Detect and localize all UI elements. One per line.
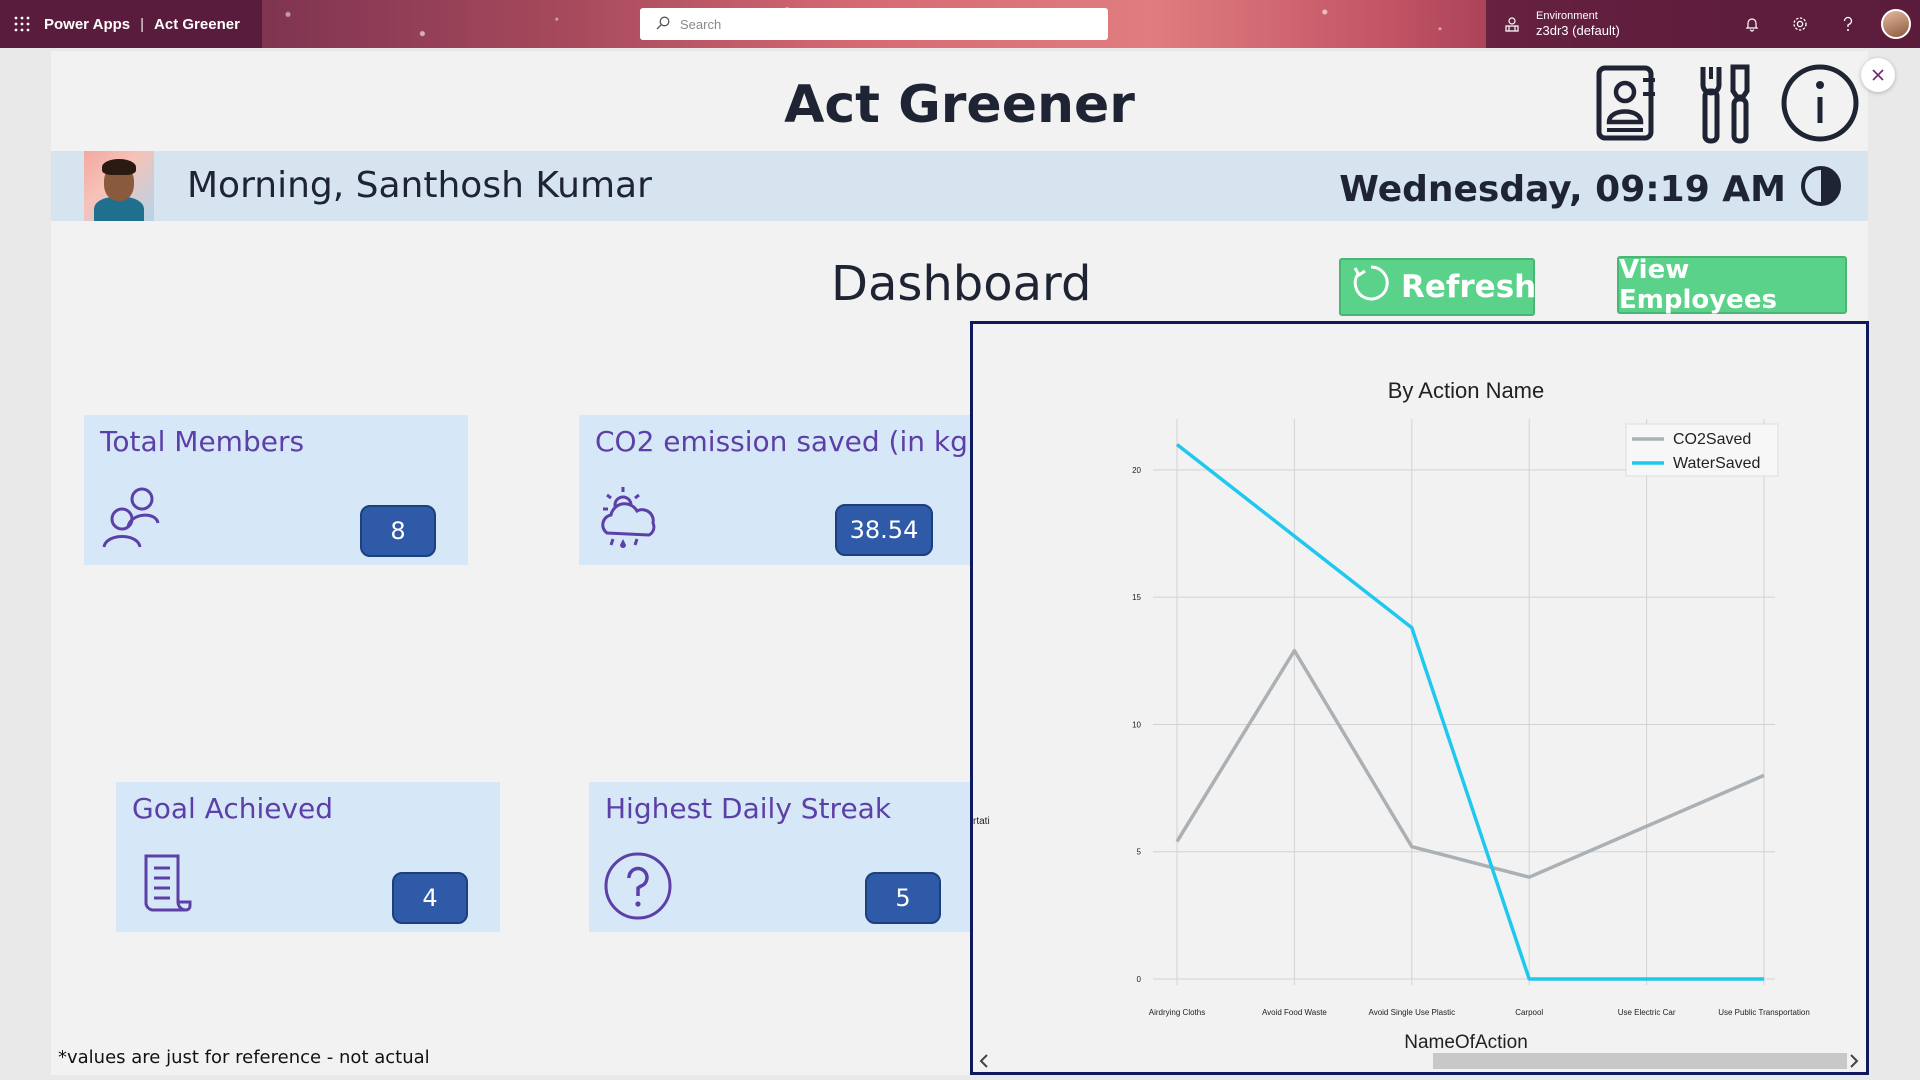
notification-bell-icon[interactable] xyxy=(1728,0,1776,48)
close-icon[interactable] xyxy=(1861,58,1895,92)
user-avatar[interactable] xyxy=(1881,9,1911,39)
settings-gear-icon[interactable] xyxy=(1776,0,1824,48)
legend-label: CO2Saved xyxy=(1673,431,1751,448)
document-icon xyxy=(130,850,200,920)
app-launcher-icon[interactable] xyxy=(0,0,44,48)
environment-picker[interactable]: Environment z3dr3 (default) xyxy=(1536,10,1620,39)
x-tick-label: Use Public Transportation xyxy=(1718,1008,1810,1017)
goal-achieved-value: 4 xyxy=(392,872,468,924)
co2-saved-value: 38.54 xyxy=(835,504,933,556)
theme-toggle-icon[interactable] xyxy=(1800,165,1842,207)
search-input[interactable]: Search xyxy=(680,17,721,32)
greeting-text: Morning, Santhosh Kumar xyxy=(187,165,652,206)
view-employees-button[interactable]: View Employees xyxy=(1617,255,1847,315)
legend-label: WaterSaved xyxy=(1673,455,1760,472)
series-line-CO2Saved xyxy=(1175,648,1765,879)
x-tick-label: Use Electric Car xyxy=(1618,1008,1676,1017)
x-tick-label: Avoid Food Waste xyxy=(1262,1008,1327,1017)
chart-panel[interactable]: 0 5 10 15 20 Airdrying Cloths Avoid Food Waste… xyxy=(970,321,1869,1075)
environment-area: Environment z3dr3 (default) xyxy=(1486,0,1920,48)
x-tick-label: Airdrying Cloths xyxy=(1149,1008,1205,1017)
goal-achieved-card: Goal Achieved 4 xyxy=(116,782,500,932)
y-tick-label: 0 xyxy=(1137,975,1142,984)
brand-area: Power Apps | Act Greener xyxy=(0,0,262,48)
refresh-icon xyxy=(1351,263,1391,311)
search-box[interactable]: Search xyxy=(640,8,1108,40)
co2-saved-card: CO2 emission saved (in kg) 38.54 xyxy=(579,415,994,565)
current-datetime: Wednesday, 09:19 AM xyxy=(1339,169,1786,210)
card-title: Highest Daily Streak xyxy=(605,792,892,825)
footnote-text: *values are just for reference - not act… xyxy=(58,1047,430,1068)
x-tick-label: Carpool xyxy=(1515,1008,1543,1017)
total-members-value: 8 xyxy=(360,505,436,557)
product-name[interactable]: Power Apps xyxy=(44,16,130,33)
y-tick-label: 10 xyxy=(1132,720,1141,729)
app-header-bar: Power Apps | Act Greener Search Environm… xyxy=(0,0,1920,48)
environment-label: Environment xyxy=(1536,9,1598,22)
environment-icon xyxy=(1492,15,1532,33)
brand-separator: | xyxy=(140,15,145,33)
card-title: Goal Achieved xyxy=(132,792,334,825)
y-tick-label: 20 xyxy=(1132,466,1141,475)
y-tick-label: 5 xyxy=(1137,848,1142,857)
tools-icon[interactable] xyxy=(1686,61,1766,145)
chart-title: By Action Name xyxy=(1388,378,1545,403)
card-title: Total Members xyxy=(100,425,305,458)
environment-name: z3dr3 (default) xyxy=(1536,22,1620,38)
line-chart: 0 5 10 15 20 Airdrying Cloths Avoid Food Waste… xyxy=(973,378,1810,1053)
profile-photo xyxy=(84,151,154,221)
x-tick-label: Avoid Single Use Plastic xyxy=(1369,1008,1456,1017)
refresh-label: Refresh xyxy=(1401,269,1537,305)
app-name[interactable]: Act Greener xyxy=(154,16,240,33)
search-icon xyxy=(656,16,670,33)
daily-streak-card: Highest Daily Streak 5 xyxy=(589,782,973,932)
people-icon xyxy=(98,483,168,553)
refresh-button[interactable]: Refresh xyxy=(1339,258,1537,316)
app-canvas: Act Greener Morning, Santhosh Kumar Wedn… xyxy=(51,51,1869,1075)
help-question-icon[interactable] xyxy=(1824,0,1872,48)
dashboard-heading: Dashboard xyxy=(831,256,1092,312)
scrollbar-thumb[interactable] xyxy=(1433,1053,1847,1069)
clipped-axis-text: rtati xyxy=(973,816,990,827)
daily-streak-value: 5 xyxy=(865,872,941,924)
question-circle-icon xyxy=(603,850,673,920)
horizontal-scrollbar[interactable] xyxy=(973,1050,1866,1072)
contacts-book-icon[interactable] xyxy=(1586,61,1666,145)
weather-rain-icon xyxy=(593,483,663,553)
series-line-WaterSaved xyxy=(1175,443,1764,981)
info-icon[interactable] xyxy=(1778,61,1862,145)
total-members-card: Total Members 8 xyxy=(84,415,468,565)
card-title: CO2 emission saved (in kg) xyxy=(595,425,979,458)
y-tick-label: 15 xyxy=(1132,593,1141,602)
greeting-bar: Morning, Santhosh Kumar Wednesday, 09:19… xyxy=(51,151,1868,221)
